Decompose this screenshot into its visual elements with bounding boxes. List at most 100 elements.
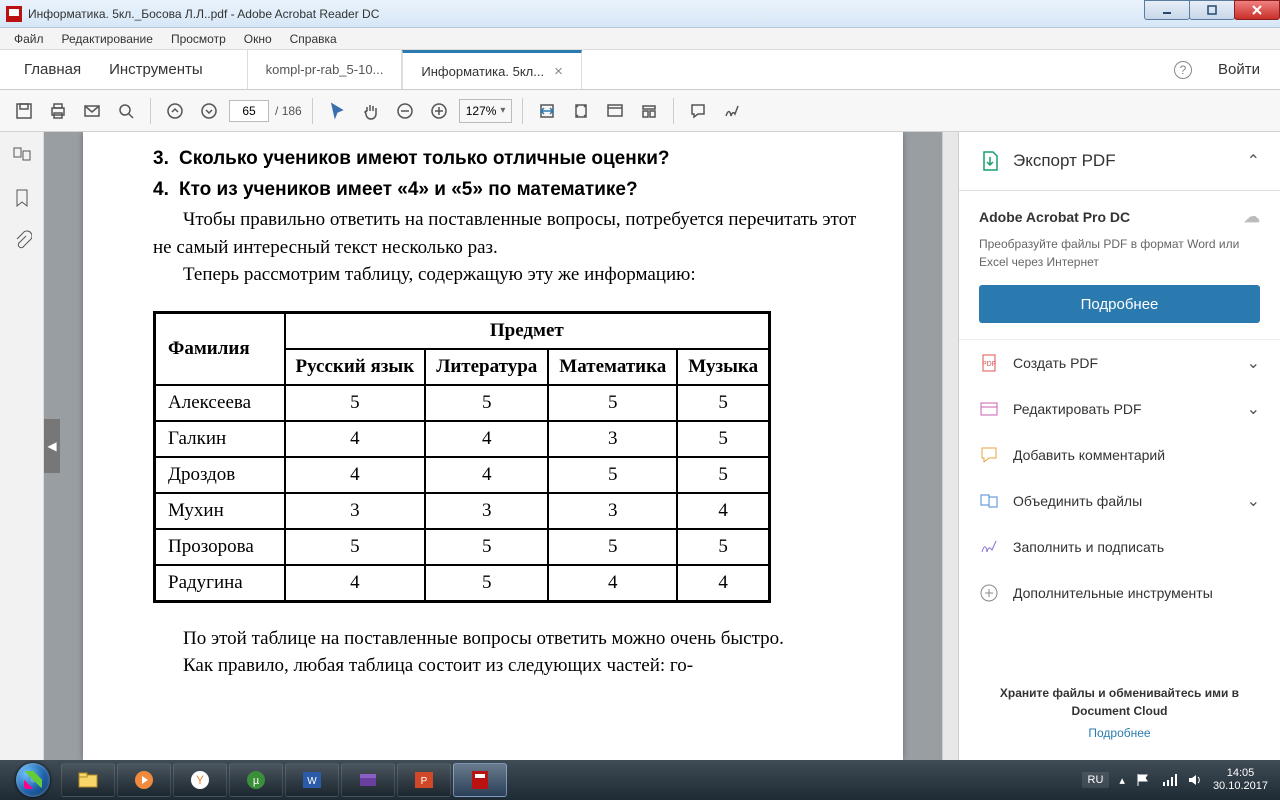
- taskbar-explorer[interactable]: [61, 763, 115, 797]
- zoom-out-icon[interactable]: [391, 97, 419, 125]
- fit-width-icon[interactable]: [533, 97, 561, 125]
- tab-tools[interactable]: Инструменты: [95, 61, 217, 78]
- taskbar-powerpoint[interactable]: P: [397, 763, 451, 797]
- edit-pdf-icon: [979, 399, 999, 419]
- vertical-scrollbar[interactable]: [942, 132, 958, 760]
- th-math: Математика: [548, 349, 677, 385]
- start-button[interactable]: [6, 760, 60, 800]
- taskbar-yandex[interactable]: Y: [173, 763, 227, 797]
- tray-clock[interactable]: 14:0530.10.2017: [1213, 767, 1268, 793]
- window-minimize-button[interactable]: [1144, 0, 1190, 20]
- combine-label: Объединить файлы: [1013, 493, 1142, 509]
- table-row: Радугина4544: [155, 565, 770, 602]
- print-icon[interactable]: [44, 97, 72, 125]
- read-mode-icon[interactable]: [635, 97, 663, 125]
- table-row: Алексеева5555: [155, 385, 770, 421]
- zoom-level-dropdown[interactable]: 127%▾: [459, 99, 513, 123]
- window-close-button[interactable]: [1234, 0, 1280, 20]
- doc-tab-1-label: kompl-pr-rab_5-10...: [266, 62, 384, 77]
- prev-page-arrow[interactable]: ◀: [44, 419, 60, 473]
- comment-item[interactable]: Добавить комментарий: [959, 432, 1280, 478]
- cloud-promo-link[interactable]: Подробнее: [979, 726, 1260, 740]
- save-icon[interactable]: [10, 97, 38, 125]
- help-icon[interactable]: ?: [1174, 61, 1192, 79]
- fill-sign-item[interactable]: Заполнить и подписать: [959, 524, 1280, 570]
- tray-time: 14:05: [1213, 767, 1268, 780]
- taskbar-acrobat[interactable]: [453, 763, 507, 797]
- th-subject: Предмет: [285, 312, 770, 349]
- toolbar: / 186 127%▾: [0, 90, 1280, 132]
- search-icon[interactable]: [112, 97, 140, 125]
- plus-circle-icon: [979, 583, 999, 603]
- th-surname: Фамилия: [155, 312, 285, 385]
- mail-icon[interactable]: [78, 97, 106, 125]
- chevron-down-icon: ▾: [500, 105, 505, 116]
- q4-number: 4.: [153, 176, 179, 204]
- taskbar-winrar[interactable]: [341, 763, 395, 797]
- tray-volume-icon[interactable]: [1187, 772, 1203, 788]
- create-pdf-icon: PDF: [979, 353, 999, 373]
- cloud-promo-text: Храните файлы и обменивайтесь ими в Docu…: [979, 684, 1260, 720]
- page-up-icon[interactable]: [161, 97, 189, 125]
- create-pdf-item[interactable]: PDFСоздать PDF⌄: [959, 340, 1280, 386]
- menu-window[interactable]: Окно: [236, 30, 280, 48]
- doc-tab-1[interactable]: kompl-pr-rab_5-10...: [247, 50, 403, 89]
- login-button[interactable]: Войти: [1208, 61, 1270, 78]
- system-tray: RU ▴ 14:0530.10.2017: [1082, 767, 1274, 793]
- taskbar-mediaplayer[interactable]: [117, 763, 171, 797]
- para-2: Теперь рассмотрим таблицу, содержащую эт…: [153, 261, 863, 289]
- menu-help[interactable]: Справка: [282, 30, 345, 48]
- tray-language[interactable]: RU: [1082, 772, 1110, 788]
- product-title: Adobe Acrobat Pro DC: [979, 209, 1130, 225]
- page-down-icon[interactable]: [195, 97, 223, 125]
- tab-home[interactable]: Главная: [10, 61, 95, 78]
- comment-icon[interactable]: [684, 97, 712, 125]
- right-panel: Экспорт PDF ⌃ Adobe Acrobat Pro DC☁ Прео…: [958, 132, 1280, 760]
- menu-view[interactable]: Просмотр: [163, 30, 234, 48]
- taskbar-utorrent[interactable]: µ: [229, 763, 283, 797]
- fullscreen-icon[interactable]: [601, 97, 629, 125]
- combine-icon: [979, 491, 999, 511]
- svg-text:Y: Y: [196, 773, 204, 787]
- menu-bar: Файл Редактирование Просмотр Окно Справк…: [0, 28, 1280, 50]
- export-pdf-header[interactable]: Экспорт PDF ⌃: [959, 132, 1280, 191]
- window-maximize-button[interactable]: [1189, 0, 1235, 20]
- combine-files-item[interactable]: Объединить файлы⌄: [959, 478, 1280, 524]
- more-tools-item[interactable]: Дополнительные инструменты: [959, 570, 1280, 616]
- th-literature: Литература: [425, 349, 548, 385]
- sign-icon[interactable]: [718, 97, 746, 125]
- close-tab-icon[interactable]: ×: [554, 63, 563, 80]
- page-number-input[interactable]: [229, 100, 269, 122]
- document-area[interactable]: ◀ 3.Сколько учеников имеют только отличн…: [44, 132, 942, 760]
- edit-pdf-label: Редактировать PDF: [1013, 401, 1142, 417]
- menu-edit[interactable]: Редактирование: [54, 30, 161, 48]
- zoom-in-icon[interactable]: [425, 97, 453, 125]
- doc-tab-2-label: Информатика. 5кл...: [421, 64, 544, 79]
- tray-flag-icon[interactable]: [1135, 772, 1151, 788]
- pointer-tool-icon[interactable]: [323, 97, 351, 125]
- zoom-value: 127%: [466, 104, 497, 118]
- doc-tab-2[interactable]: Информатика. 5кл... ×: [402, 50, 581, 89]
- para-4: Как правило, любая таблица состоит из сл…: [153, 652, 863, 680]
- tray-chevron-icon[interactable]: ▴: [1119, 774, 1125, 787]
- taskbar-word[interactable]: W: [285, 763, 339, 797]
- product-desc: Преобразуйте файлы PDF в формат Word или…: [979, 235, 1260, 271]
- q3-text: Сколько учеников имеют только отличные о…: [179, 148, 670, 169]
- th-music: Музыка: [677, 349, 769, 385]
- fit-page-icon[interactable]: [567, 97, 595, 125]
- learn-more-button[interactable]: Подробнее: [979, 285, 1260, 323]
- bookmark-icon[interactable]: [12, 188, 32, 208]
- tray-network-icon[interactable]: [1161, 772, 1177, 788]
- menu-file[interactable]: Файл: [6, 30, 52, 48]
- q3-number: 3.: [153, 145, 179, 173]
- edit-pdf-item[interactable]: Редактировать PDF⌄: [959, 386, 1280, 432]
- para-3: По этой таблице на поставленные вопросы …: [153, 625, 863, 653]
- para-1: Чтобы правильно ответить на поставленные…: [153, 206, 863, 261]
- chevron-up-icon: ⌃: [1247, 151, 1260, 171]
- attachment-icon[interactable]: [12, 230, 32, 250]
- thumbnails-icon[interactable]: [12, 146, 32, 166]
- more-tools-label: Дополнительные инструменты: [1013, 585, 1213, 601]
- table-row: Галкин4435: [155, 421, 770, 457]
- hand-tool-icon[interactable]: [357, 97, 385, 125]
- page-total: / 186: [275, 104, 302, 118]
